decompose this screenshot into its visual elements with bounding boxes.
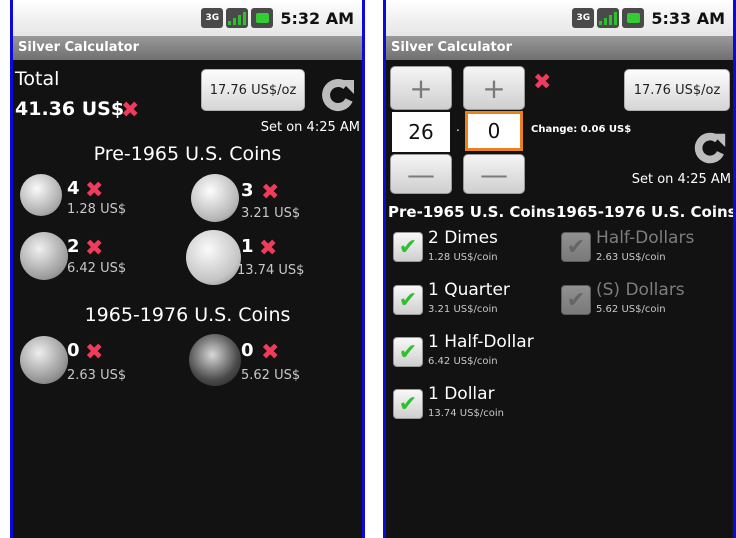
clear-dollar-icon[interactable]: ✖ [259,238,277,260]
set-on-time: Set on 4:25 AM [631,172,731,187]
dollar-count[interactable]: 1 [241,236,254,257]
status-time: 5:33 AM [651,8,725,28]
quarter-coin-icon [191,174,239,222]
half-dollars-label: Half-Dollars [596,228,695,248]
clear-kennedy-half-icon[interactable]: ✖ [85,342,103,364]
1965-1976-heading: 1965-1976 U.S. Coins [556,203,736,221]
dollar-price: 13.74 US$/coin [428,408,504,419]
dime-count[interactable]: 4 [67,178,80,199]
fraction-decrement-button[interactable]: — [463,154,525,194]
right-screen: 3G 5:33 AM Silver Calculator + 26 — . + … [383,0,736,538]
3g-icon: 3G [201,8,224,28]
dimes-checkbox[interactable]: ✔ [393,232,423,262]
half-dollars-price: 2.63 US$/coin [596,252,666,263]
quarter-price: 3.21 US$/coin [428,304,498,315]
eisenhower-dollar-value: 5.62 US$ [241,368,301,383]
decimal-separator: . [456,120,460,134]
status-bar: 3G 5:32 AM [13,0,362,36]
app-title: Silver Calculator [13,36,362,60]
pre-1965-heading: Pre-1965 U.S. Coins [388,203,556,221]
battery-icon [622,8,645,28]
total-value: 41.36 US$ [15,98,125,120]
eisenhower-dollar-count[interactable]: 0 [241,340,254,361]
app-title: Silver Calculator [386,36,733,60]
1965-1976-heading: 1965-1976 U.S. Coins [84,304,291,326]
status-bar: 3G 5:33 AM [386,0,733,36]
total-label: Total [15,68,60,90]
half-dollars-checkbox[interactable]: ✔ [561,232,591,262]
quarter-label: 1 Quarter [428,280,510,300]
kennedy-half-coin-icon [20,336,68,384]
set-on-time: Set on 4:25 AM [260,120,360,135]
battery-icon [251,8,274,28]
quarter-checkbox[interactable]: ✔ [393,285,423,315]
dime-value: 1.28 US$ [67,202,127,217]
signal-icon [226,8,249,28]
quarter-value: 3.21 US$ [241,206,301,221]
clear-half-dollar-icon[interactable]: ✖ [85,238,103,260]
change-amount: Change: 0.06 US$ [531,124,632,135]
clear-price-icon[interactable]: ✖ [533,72,551,94]
clear-quarter-icon[interactable]: ✖ [261,182,279,204]
quarter-count[interactable]: 3 [241,180,254,201]
kennedy-half-value: 2.63 US$ [67,368,127,383]
whole-increment-button[interactable]: + [390,66,452,110]
price-button[interactable]: 17.76 US$/oz [624,69,730,111]
refresh-icon[interactable] [316,74,358,116]
pre-1965-heading: Pre-1965 U.S. Coins [93,143,282,165]
dollar-checkbox[interactable]: ✔ [393,389,423,419]
half-dollar-label: 1 Half-Dollar [428,332,534,352]
s-dollars-price: 5.62 US$/coin [596,304,666,315]
3g-icon: 3G [572,8,595,28]
dollar-coin-icon [186,230,241,285]
kennedy-half-count[interactable]: 0 [67,340,80,361]
dollar-value: 13.74 US$ [237,263,305,278]
signal-icon [597,8,620,28]
fraction-increment-button[interactable]: + [463,66,525,110]
dimes-label: 2 Dimes [428,228,498,248]
clear-dime-icon[interactable]: ✖ [85,180,103,202]
s-dollars-checkbox[interactable]: ✔ [561,285,591,315]
eisenhower-dollar-coin-icon [189,334,241,386]
status-time: 5:32 AM [280,8,354,28]
half-dollar-coin-icon [20,232,68,280]
half-dollar-price: 6.42 US$/coin [428,356,498,367]
clear-eisenhower-dollar-icon[interactable]: ✖ [261,342,279,364]
half-dollar-count[interactable]: 2 [67,236,80,257]
refresh-icon[interactable] [689,128,729,168]
s-dollars-label: (S) Dollars [596,280,685,300]
left-screen: 3G 5:32 AM Silver Calculator Total 41.36… [10,0,365,538]
dimes-price: 1.28 US$/coin [428,252,498,263]
clear-total-icon[interactable]: ✖ [121,100,139,122]
half-dollar-checkbox[interactable]: ✔ [393,337,423,367]
half-dollar-value: 6.42 US$ [67,261,127,276]
dollar-label: 1 Dollar [428,384,495,404]
whole-digit-field[interactable]: 26 [392,112,450,152]
price-button[interactable]: 17.76 US$/oz [201,69,305,111]
dime-coin-icon [20,174,62,216]
fraction-digit-field[interactable]: 0 [465,111,523,151]
whole-decrement-button[interactable]: — [390,154,452,194]
